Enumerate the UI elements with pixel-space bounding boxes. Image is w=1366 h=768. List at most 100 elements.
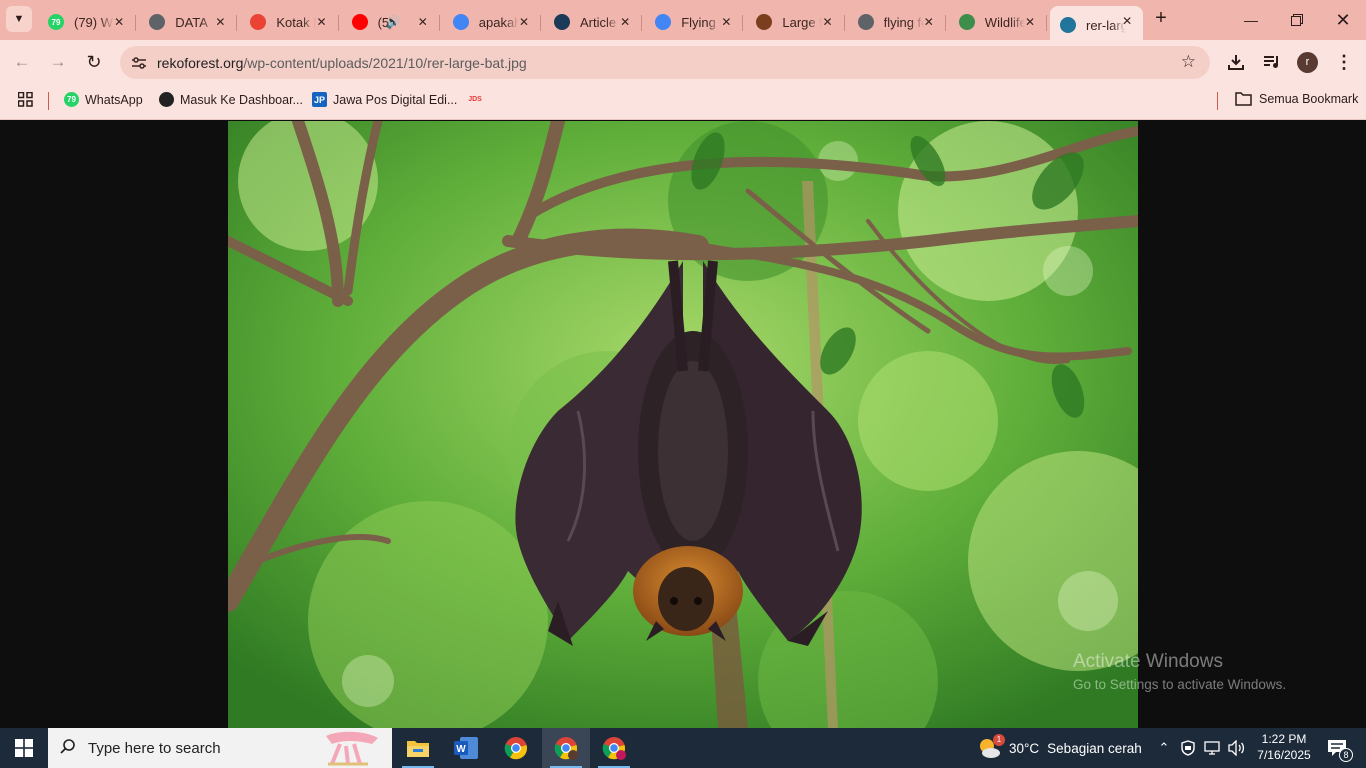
bookmark-jawapos[interactable]: JP Jawa Pos Digital Edi... xyxy=(312,92,457,107)
earth-icon xyxy=(958,14,975,30)
reload-button[interactable]: ↻ xyxy=(80,48,108,76)
tab-1[interactable]: 79 (79) WhatsApp✕ xyxy=(38,7,137,37)
bat-site-icon xyxy=(756,14,773,30)
researchgate-icon xyxy=(554,14,570,30)
tab-6[interactable]: Article ✕ xyxy=(544,7,643,37)
activate-windows-watermark: Activate Windows Go to Settings to activ… xyxy=(1073,651,1286,692)
tab-title: Flying fox xyxy=(681,14,721,30)
tab-title: apakah xyxy=(478,14,519,30)
tab-8[interactable]: Large flying fox✕ xyxy=(746,7,845,37)
volume-tray-icon[interactable] xyxy=(1228,728,1246,768)
chrome-icon xyxy=(504,737,528,760)
reload-icon: ↻ xyxy=(86,51,102,72)
bookmark-label: WhatsApp xyxy=(85,92,143,107)
watermark-title: Activate Windows xyxy=(1073,651,1223,672)
browser-menu-button[interactable]: ⋮ xyxy=(1331,49,1357,75)
close-tab-icon[interactable]: ✕ xyxy=(820,14,836,30)
network-icon xyxy=(1204,741,1220,755)
weather-alert-badge: 1 xyxy=(993,734,1005,746)
weather-widget[interactable]: 1 30°C Sebagian cerah xyxy=(977,728,1142,768)
bookmark-star-button[interactable]: ☆ xyxy=(1181,52,1196,72)
download-icon xyxy=(1228,55,1244,70)
weather-description: Sebagian cerah xyxy=(1047,740,1142,756)
tab-4[interactable]: (5) YouTube🔊✕ xyxy=(342,7,440,37)
all-bookmarks-button[interactable]: Semua Bookmark xyxy=(1235,92,1358,106)
taskbar-search[interactable]: Type here to search xyxy=(48,728,392,768)
weather-temperature: 30°C xyxy=(1009,740,1040,756)
close-tab-icon[interactable]: ✕ xyxy=(1119,13,1135,29)
network-tray-icon[interactable] xyxy=(1204,728,1222,768)
arrow-right-icon: → xyxy=(49,52,67,71)
shield-icon xyxy=(1181,740,1195,756)
bookmark-label: Masuk Ke Dashboar... xyxy=(180,92,303,107)
start-button[interactable] xyxy=(0,728,48,768)
tab-separator xyxy=(843,15,845,31)
windows-logo-icon xyxy=(15,739,33,757)
image-viewer: Activate Windows Go to Settings to activ… xyxy=(0,121,1366,728)
bookmark-jds[interactable]: JDS xyxy=(466,92,490,107)
close-tab-icon[interactable]: ✕ xyxy=(921,14,937,30)
bookmark-whatsapp[interactable]: 79 WhatsApp xyxy=(64,92,143,107)
bat-photo[interactable] xyxy=(228,121,1138,728)
tab-3[interactable]: Kotak Masuk✕ xyxy=(240,7,339,37)
defender-tray-icon[interactable] xyxy=(1180,728,1196,768)
word-icon: W xyxy=(454,737,478,759)
show-hidden-icons-button[interactable]: ⌃ xyxy=(1156,728,1172,768)
minimize-button[interactable]: — xyxy=(1228,6,1274,34)
tab-2[interactable]: DATA ✕ xyxy=(139,7,238,37)
whatsapp-icon: 79 xyxy=(48,14,64,30)
close-tab-icon[interactable]: ✕ xyxy=(415,14,431,30)
forward-button[interactable]: → xyxy=(44,48,72,76)
close-tab-icon[interactable]: ✕ xyxy=(314,14,330,30)
bookmark-dashboard[interactable]: Masuk Ke Dashboar... xyxy=(159,92,303,107)
taskbar-chrome-profile-r[interactable] xyxy=(542,728,590,768)
close-tab-icon[interactable]: ✕ xyxy=(617,14,633,30)
star-icon: ☆ xyxy=(1180,52,1196,71)
chrome-icon xyxy=(602,737,626,760)
close-tab-icon[interactable]: ✕ xyxy=(516,14,532,30)
search-placeholder: Type here to search xyxy=(88,739,221,757)
taskbar-chrome-profile-h[interactable] xyxy=(590,728,638,768)
url-text[interactable]: rekoforest.org/wp-content/uploads/2021/1… xyxy=(157,55,527,71)
tab-11[interactable]: rer-large-bat.jpg✕ xyxy=(1050,6,1144,44)
downloads-button[interactable] xyxy=(1223,49,1249,75)
taskbar-chrome[interactable] xyxy=(492,728,540,768)
tab-separator xyxy=(135,15,137,31)
tab-title: Article xyxy=(580,14,617,30)
apps-button[interactable] xyxy=(18,92,33,107)
bookmarks-divider xyxy=(1217,92,1218,110)
close-tab-icon[interactable]: ✕ xyxy=(1022,14,1038,30)
taskbar-word[interactable]: W xyxy=(442,728,490,768)
close-tab-icon[interactable]: ✕ xyxy=(212,14,228,30)
tab-10[interactable]: Wildlife ✕ xyxy=(949,7,1047,37)
tab-title: Large flying fox xyxy=(782,14,823,30)
tab-5[interactable]: apakah ✕ xyxy=(443,7,541,37)
address-bar[interactable]: rekoforest.org/wp-content/uploads/2021/1… xyxy=(120,46,1210,79)
tab-strip: ▼ 79(79) WhatsApp✕DATA✕Kotak Masuk✕(5) Y… xyxy=(0,0,1366,44)
close-window-button[interactable]: ✕ xyxy=(1320,6,1366,34)
search-highlight-illustration-icon xyxy=(326,731,378,766)
notification-center-button[interactable]: 8 xyxy=(1322,728,1353,768)
new-tab-button[interactable]: + xyxy=(1150,8,1172,30)
tab-separator xyxy=(1045,15,1047,31)
site-info-button[interactable] xyxy=(128,52,150,74)
browser-toolbar: ← → ↻ rekoforest.org/wp-content/uploads/… xyxy=(0,40,1366,84)
profile-avatar[interactable]: r xyxy=(1297,52,1318,73)
tab-separator xyxy=(641,15,643,31)
taskbar-file-explorer[interactable] xyxy=(394,728,442,768)
tab-search-button[interactable]: ▼ xyxy=(6,6,32,32)
close-tab-icon[interactable]: ✕ xyxy=(718,14,734,30)
close-tab-icon[interactable]: ✕ xyxy=(111,14,127,30)
tab-7[interactable]: Flying fox✕ xyxy=(645,7,744,37)
tab-separator xyxy=(944,15,946,31)
google-icon xyxy=(655,14,672,30)
tab-title: Wildlife xyxy=(984,14,1025,30)
folder-icon xyxy=(407,741,429,757)
minimize-icon: — xyxy=(1244,12,1258,28)
back-button[interactable]: ← xyxy=(8,48,36,76)
media-controls-button[interactable] xyxy=(1259,49,1285,75)
restore-button[interactable] xyxy=(1274,6,1320,34)
taskbar-clock[interactable]: 1:22 PM 7/16/2025 xyxy=(1256,731,1312,763)
tab-9[interactable]: flying fox✕ xyxy=(848,7,946,37)
tab-separator xyxy=(438,15,440,31)
